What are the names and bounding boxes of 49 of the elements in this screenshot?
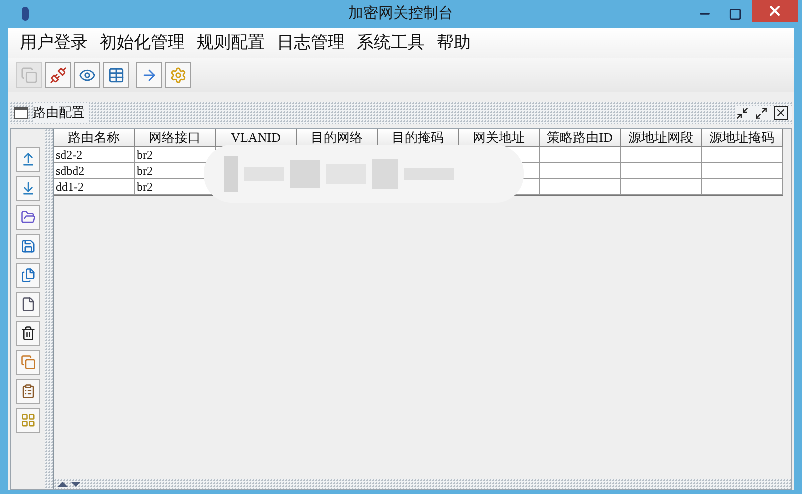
frame-icon	[14, 107, 28, 119]
grid-icon	[20, 413, 36, 428]
download-icon	[20, 181, 36, 196]
table-icon	[108, 66, 124, 84]
column-header[interactable]: 网络接口	[135, 129, 216, 147]
column-header[interactable]: VLANID	[216, 129, 297, 147]
table-cell: sd2-2	[54, 147, 135, 163]
column-header[interactable]: 网关地址	[459, 129, 540, 147]
files-icon	[20, 268, 36, 283]
copy-icon	[20, 355, 36, 370]
column-header[interactable]: 源地址掩码	[702, 129, 783, 147]
app-icon	[22, 7, 29, 21]
restore-icon[interactable]	[736, 106, 749, 120]
menu-item[interactable]: 帮助	[437, 30, 471, 56]
toolbar-button[interactable]	[165, 62, 191, 88]
side-tool-button[interactable]	[16, 321, 40, 346]
window-title: 加密网关控制台	[348, 4, 454, 24]
table-cell: dd1-2	[54, 179, 135, 195]
save-icon	[20, 239, 36, 254]
clipboard-icon	[20, 384, 36, 399]
menu-item[interactable]: 系统工具	[357, 30, 425, 56]
frame-title: 路由配置	[33, 103, 89, 123]
close-icon[interactable]	[774, 106, 788, 120]
column-header[interactable]: 策略路由ID	[540, 129, 621, 147]
side-tool-button[interactable]	[16, 292, 40, 317]
gear-icon	[170, 66, 186, 84]
trash-icon	[20, 326, 36, 341]
scroll-up-icon	[58, 482, 68, 486]
toolbar-button[interactable]	[103, 62, 129, 88]
expand-icon[interactable]	[755, 106, 768, 120]
table-cell: sdbd2	[54, 163, 135, 179]
unplug-icon	[50, 66, 66, 84]
menu-item[interactable]: 初始化管理	[100, 30, 185, 56]
scroll-down-icon	[71, 482, 81, 486]
folder-icon	[20, 210, 36, 225]
toolbar-button[interactable]	[45, 62, 71, 88]
windows-icon	[20, 66, 38, 84]
close-button[interactable]	[752, 0, 798, 22]
toolbar-button[interactable]	[74, 62, 100, 88]
upload-icon	[20, 152, 36, 167]
menu-item[interactable]: 规则配置	[197, 30, 265, 56]
column-header[interactable]: 路由名称	[54, 129, 135, 147]
file-icon	[20, 297, 36, 312]
maximize-icon	[728, 8, 742, 20]
menu-item[interactable]: 日志管理	[277, 30, 345, 56]
toolbar-button[interactable]	[136, 62, 162, 88]
close-icon	[767, 3, 783, 19]
menu-item[interactable]: 用户登录	[20, 30, 88, 56]
column-header[interactable]: 源地址网段	[621, 129, 702, 147]
